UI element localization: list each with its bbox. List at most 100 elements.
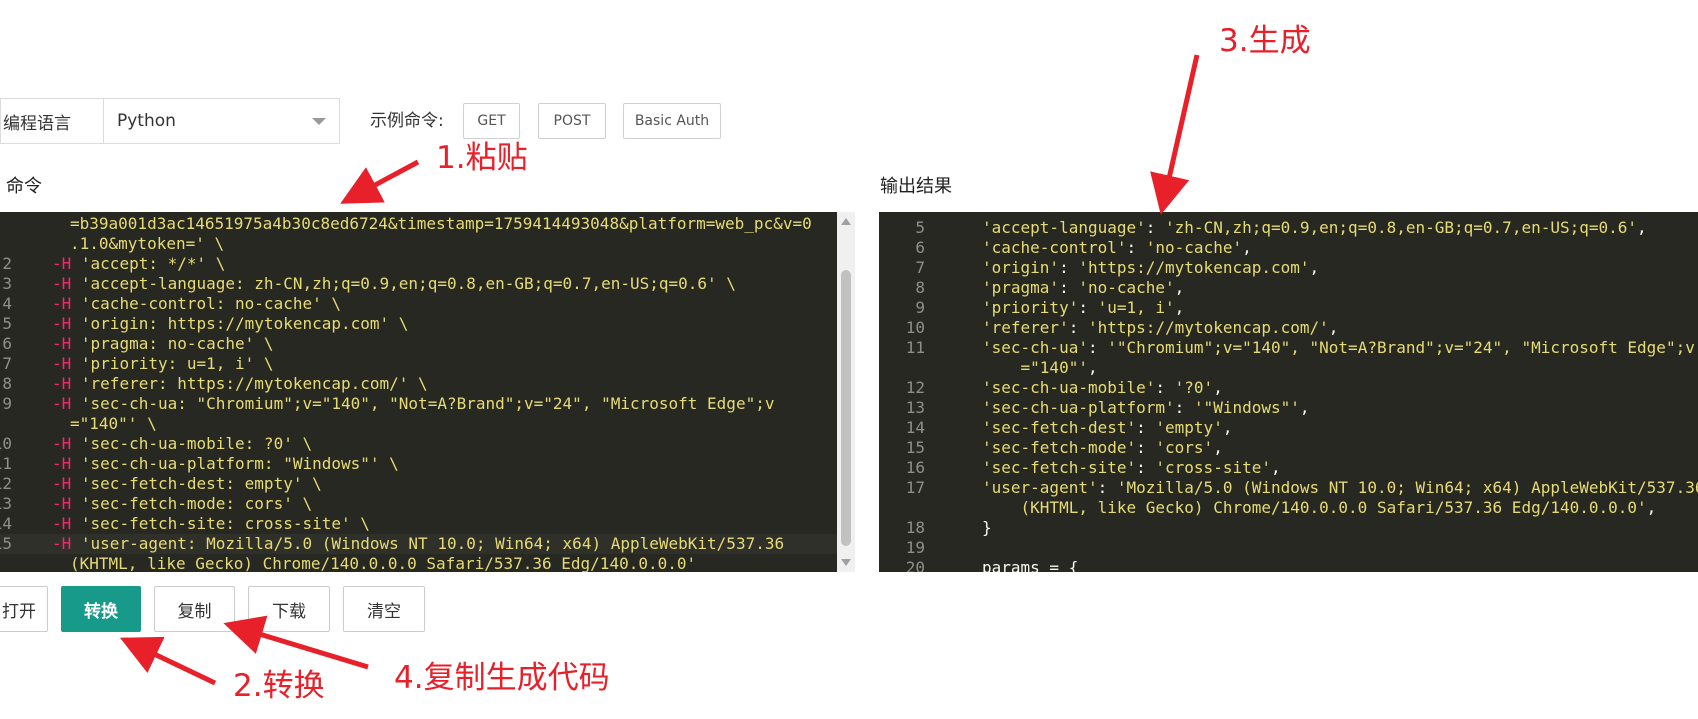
code-token: -H bbox=[52, 434, 81, 453]
code-token: , bbox=[1213, 378, 1223, 397]
code-token: '"Windows"' bbox=[1193, 398, 1300, 417]
code-text: 'priority': 'u=1, i', bbox=[982, 298, 1184, 318]
code-text: 'sec-fetch-dest': 'empty', bbox=[982, 418, 1232, 438]
scroll-up-icon[interactable] bbox=[841, 218, 851, 225]
clear-button[interactable]: 清空 bbox=[343, 586, 425, 632]
code-token: 'sec-fetch-mode: cors' \ bbox=[80, 494, 313, 513]
code-text: -H 'sec-fetch-site: cross-site' \ bbox=[52, 514, 370, 534]
arrow-step3 bbox=[1150, 54, 1200, 215]
code-line: 20 params = { bbox=[879, 558, 1698, 572]
code-token: -H bbox=[52, 454, 81, 473]
code-token: 'accept-language' bbox=[982, 218, 1146, 237]
code-token: 'sec-ch-ua-platform' bbox=[982, 398, 1175, 417]
code-token: : bbox=[1059, 278, 1079, 297]
code-line: 6 'cache-control': 'no-cache', bbox=[879, 238, 1698, 258]
line-number: 14 bbox=[905, 418, 925, 437]
input-scrollbar[interactable] bbox=[837, 212, 855, 572]
code-line: 11 -H 'sec-ch-ua-platform: "Windows"' \ bbox=[0, 454, 837, 474]
line-number: 7 bbox=[2, 354, 12, 373]
code-token: 'empty' bbox=[1155, 418, 1223, 437]
line-number: 11 bbox=[905, 338, 925, 357]
code-line: 18} bbox=[879, 518, 1698, 538]
code-line: 6 -H 'pragma: no-cache' \ bbox=[0, 334, 837, 354]
scrollbar-thumb[interactable] bbox=[841, 270, 851, 546]
code-token: 'cache-control' bbox=[982, 238, 1127, 257]
code-text: 'sec-ch-ua-platform': '"Windows"', bbox=[982, 398, 1310, 418]
example-post-button[interactable]: POST bbox=[538, 103, 606, 139]
code-token: 'Mozilla/5.0 (Windows NT 10.0; Win64; x6… bbox=[1116, 478, 1698, 497]
code-token: : bbox=[1126, 238, 1146, 257]
code-text: -H 'sec-ch-ua-mobile: ?0' \ bbox=[52, 434, 312, 454]
code-token: 'cors' bbox=[1155, 438, 1214, 457]
code-line: (KHTML, like Gecko) Chrome/140.0.0.0 Saf… bbox=[879, 498, 1698, 518]
line-number: 7 bbox=[915, 258, 925, 277]
code-token: ="140"' bbox=[982, 358, 1088, 377]
code-text: -H 'sec-fetch-mode: cors' \ bbox=[52, 494, 312, 514]
line-number: 15 bbox=[905, 438, 925, 457]
code-token: 'sec-fetch-dest' bbox=[982, 418, 1137, 437]
code-token: 'priority' bbox=[982, 298, 1079, 317]
code-text: 'origin': 'https://mytokencap.com', bbox=[982, 258, 1319, 278]
code-token: -H bbox=[52, 354, 81, 373]
code-text: 'user-agent': 'Mozilla/5.0 (Windows NT 1… bbox=[982, 478, 1698, 498]
code-line: 13 'sec-ch-ua-platform': '"Windows"', bbox=[879, 398, 1698, 418]
code-line: ="140"' \ bbox=[0, 414, 837, 434]
code-text: 'cache-control': 'no-cache', bbox=[982, 238, 1252, 258]
line-number: 10 bbox=[905, 318, 925, 337]
code-token: 'sec-fetch-site: cross-site' \ bbox=[80, 514, 370, 533]
input-panel-title: 命令 bbox=[6, 176, 42, 197]
code-line: 17 'user-agent': 'Mozilla/5.0 (Windows NT… bbox=[879, 478, 1698, 498]
code-token: (KHTML, like Gecko) Chrome/140.0.0.0 Saf… bbox=[982, 498, 1647, 517]
arrow-step2 bbox=[119, 636, 217, 686]
code-token: -H bbox=[52, 394, 81, 413]
code-token: , bbox=[1637, 218, 1647, 237]
example-basic-auth-button[interactable]: Basic Auth bbox=[623, 103, 721, 139]
language-select[interactable]: Python bbox=[103, 98, 340, 144]
line-number: 4 bbox=[2, 294, 12, 313]
convert-button[interactable]: 转换 bbox=[61, 586, 141, 632]
line-number: 12 bbox=[905, 378, 925, 397]
line-number: 14 bbox=[0, 514, 12, 533]
code-token: : bbox=[1087, 338, 1108, 357]
code-line: 14 -H 'sec-fetch-site: cross-site' \ bbox=[0, 514, 837, 534]
code-token: , bbox=[1174, 278, 1185, 297]
code-line: (KHTML, like Gecko) Chrome/140.0.0.0 Saf… bbox=[0, 554, 837, 572]
code-line: 4 -H 'cache-control: no-cache' \ bbox=[0, 294, 837, 314]
code-token: , bbox=[1087, 358, 1098, 377]
code-token: : bbox=[1097, 478, 1117, 497]
scroll-down-icon[interactable] bbox=[841, 559, 851, 566]
code-token: 'origin: https://mytokencap.com' \ bbox=[80, 314, 409, 333]
code-token: 'referer: https://mytokencap.com/' \ bbox=[80, 374, 428, 393]
code-token: (KHTML, like Gecko) Chrome/140.0.0.0 Saf… bbox=[70, 554, 697, 572]
line-number: 2 bbox=[2, 254, 12, 273]
code-line: 15 -H 'user-agent: Mozilla/5.0 (Windows N… bbox=[0, 534, 837, 554]
code-token: : bbox=[1136, 438, 1156, 457]
curl-input-editor[interactable]: =b39a001d3ac14651975a4b30c8ed6724&timest… bbox=[0, 212, 837, 572]
code-line: 15 'sec-fetch-mode': 'cors', bbox=[879, 438, 1698, 458]
line-number: 18 bbox=[905, 518, 925, 537]
code-token: 'pragma: no-cache' \ bbox=[80, 334, 274, 353]
code-token: : bbox=[1078, 298, 1098, 317]
arrow-step1 bbox=[340, 159, 420, 204]
code-text: (KHTML, like Gecko) Chrome/140.0.0.0 Saf… bbox=[982, 498, 1657, 518]
output-code-editor[interactable]: 5 'accept-language': 'zh-CN,zh;q=0.9,en;q… bbox=[879, 212, 1698, 572]
open-button[interactable]: 打开 bbox=[0, 586, 48, 632]
code-token: -H bbox=[52, 294, 81, 313]
code-text: 'pragma': 'no-cache', bbox=[982, 278, 1184, 298]
code-line: 7 'origin': 'https://mytokencap.com', bbox=[879, 258, 1698, 278]
code-token: =b39a001d3ac14651975a4b30c8ed6724&timest… bbox=[70, 214, 812, 233]
code-token: 'referer' bbox=[982, 318, 1069, 337]
copy-button[interactable]: 复制 bbox=[154, 586, 235, 632]
download-button[interactable]: 下载 bbox=[248, 586, 330, 632]
line-number: 6 bbox=[915, 238, 925, 257]
code-line: 8 -H 'referer: https://mytokencap.com/' \ bbox=[0, 374, 837, 394]
code-text: -H 'user-agent: Mozilla/5.0 (Windows NT … bbox=[52, 534, 784, 554]
code-token: -H bbox=[52, 314, 81, 333]
annotation-step2: 2.转换 bbox=[233, 668, 325, 704]
code-token: 'sec-fetch-site' bbox=[982, 458, 1137, 477]
code-line: 16 'sec-fetch-site': 'cross-site', bbox=[879, 458, 1698, 478]
code-line: 5 -H 'origin: https://mytokencap.com' \ bbox=[0, 314, 837, 334]
code-token: 'user-agent: Mozilla/5.0 (Windows NT 10.… bbox=[80, 534, 785, 553]
code-line: =b39a001d3ac14651975a4b30c8ed6724&timest… bbox=[0, 214, 837, 234]
code-text: 'referer': 'https://mytokencap.com/', bbox=[982, 318, 1338, 338]
